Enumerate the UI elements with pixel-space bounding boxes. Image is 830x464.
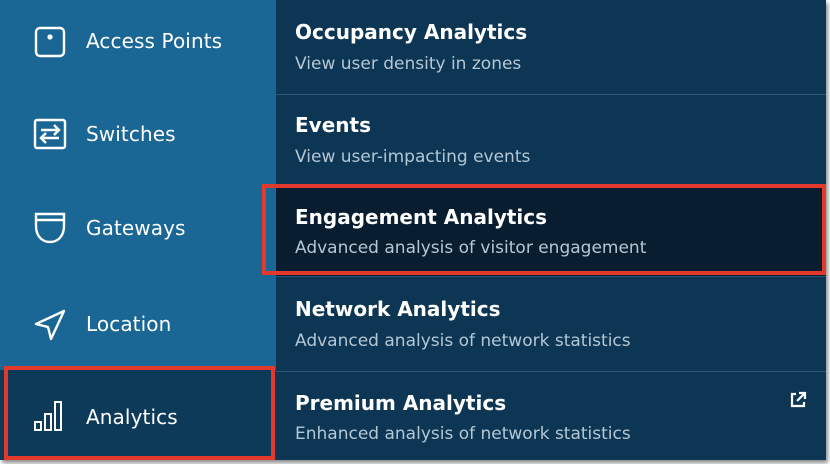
submenu-divider (276, 94, 826, 95)
sidebar-item-label: Switches (86, 122, 176, 146)
sidebar-item-label: Analytics (86, 405, 178, 429)
access-point-icon (32, 25, 68, 61)
submenu-item-title: Occupancy Analytics (295, 20, 528, 44)
gateway-icon (32, 210, 68, 246)
navigation-menu: Access Points Switches Gateways Location… (0, 0, 826, 460)
submenu-item-events[interactable]: Events View user-impacting events (276, 95, 826, 185)
analytics-submenu: Occupancy Analytics View user density in… (276, 0, 826, 460)
submenu-divider (276, 276, 826, 277)
submenu-item-title: Events (295, 113, 371, 137)
submenu-item-description: Enhanced analysis of network statistics (295, 424, 631, 444)
submenu-item-premium-analytics[interactable]: Premium Analytics Enhanced analysis of n… (276, 372, 826, 460)
switch-icon (32, 116, 68, 152)
submenu-item-title: Engagement Analytics (295, 205, 548, 229)
submenu-item-engagement-analytics[interactable]: Engagement Analytics Advanced analysis o… (276, 186, 826, 276)
sidebar-item-label: Gateways (86, 216, 186, 240)
analytics-icon (32, 398, 68, 434)
sidebar: Access Points Switches Gateways Location… (0, 0, 276, 460)
external-link-icon[interactable] (788, 390, 808, 410)
sidebar-item-label: Access Points (86, 29, 223, 53)
submenu-item-title: Premium Analytics (295, 391, 507, 415)
submenu-item-description: Advanced analysis of visitor engagement (295, 238, 647, 258)
sidebar-item-gateways[interactable]: Gateways (0, 182, 276, 276)
sidebar-item-analytics[interactable]: Analytics (0, 370, 276, 460)
submenu-item-occupancy-analytics[interactable]: Occupancy Analytics View user density in… (276, 0, 826, 94)
submenu-item-network-analytics[interactable]: Network Analytics Advanced analysis of n… (276, 277, 826, 371)
submenu-divider (276, 185, 826, 186)
sidebar-item-access-points[interactable]: Access Points (0, 0, 276, 86)
submenu-divider (276, 371, 826, 372)
sidebar-item-switches[interactable]: Switches (0, 86, 276, 182)
location-icon (32, 306, 68, 342)
submenu-item-description: View user density in zones (295, 54, 522, 74)
submenu-item-title: Network Analytics (295, 297, 501, 321)
submenu-item-description: Advanced analysis of network statistics (295, 331, 631, 351)
sidebar-item-label: Location (86, 312, 172, 336)
submenu-item-description: View user-impacting events (295, 147, 531, 167)
sidebar-item-location[interactable]: Location (0, 276, 276, 370)
